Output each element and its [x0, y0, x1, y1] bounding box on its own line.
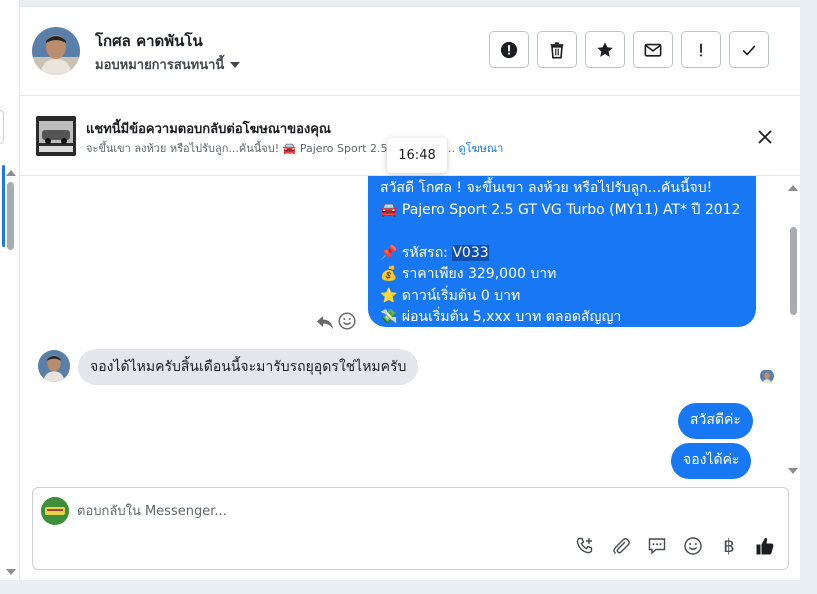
ad-message-line: 🚘 Pajero Sport 2.5 GT VG Turbo (MY11) AT… — [380, 201, 741, 218]
like-button[interactable] — [754, 535, 776, 557]
window-edge — [800, 0, 817, 594]
follow-up-button[interactable] — [681, 31, 721, 68]
close-icon[interactable] — [757, 129, 773, 145]
ad-thumbnail[interactable] — [36, 116, 76, 156]
emoji-react-icon[interactable] — [338, 312, 356, 330]
emoji-icon — [684, 537, 702, 555]
scroll-down-arrow[interactable] — [788, 468, 798, 474]
exclamation-icon — [700, 43, 702, 56]
collapsed-tab-marker[interactable] — [0, 110, 4, 144]
scroll-up-arrow[interactable] — [6, 170, 16, 176]
add-call-icon — [576, 537, 593, 554]
ad-message-line: สวัสดี โกศล ! จะขึ้นเขา ลงห้วย หรือไปรับ… — [380, 180, 713, 196]
caret-down-icon — [230, 62, 241, 68]
car-code-label: 📌 รหัสรถ: — [380, 244, 453, 261]
saved-reply-icon — [648, 538, 666, 555]
attach-button[interactable] — [610, 535, 632, 557]
star-icon — [597, 41, 613, 57]
scroll-down-arrow[interactable] — [6, 569, 16, 575]
incoming-message[interactable]: จองได้ไหมครับสิ้นเดือนนี้จะมารับรถยุอุดร… — [78, 349, 419, 385]
add-call-button[interactable] — [574, 535, 596, 557]
delete-button[interactable] — [537, 31, 577, 68]
payment-button[interactable]: ฿ — [718, 535, 740, 557]
active-conversation-indicator — [2, 165, 5, 247]
message-thread: สวัสดี โกศล ! จะขึ้นเขา ลงห้วย หรือไปรับ… — [20, 176, 800, 481]
trash-icon — [550, 41, 564, 58]
conversation-panel: โกศล คาดพันโน มอบหมายการสนทนานี้ แชทนี้ม… — [20, 6, 800, 580]
mark-spam-button[interactable] — [489, 31, 529, 68]
ad-subtitle-text: จะขึ้นเขา ลงห้วย หรือไปรับลูก...คันนี้จบ… — [86, 142, 280, 155]
saved-replies-button[interactable] — [646, 535, 668, 557]
car-code-value: V033 — [452, 244, 489, 261]
page-avatar — [41, 497, 69, 525]
message-composer: ฿ — [32, 487, 789, 570]
star-button[interactable] — [585, 31, 625, 68]
mark-done-button[interactable] — [729, 31, 769, 68]
ad-message-line: 📌 รหัสรถ: V033 — [380, 243, 744, 265]
composer-tools: ฿ — [574, 535, 776, 557]
outgoing-message[interactable]: จองได้ค่ะ — [671, 443, 752, 479]
ad-message-line: 💰 ราคาเพียง 329,000 บาท — [380, 266, 557, 282]
contact-avatar-small — [38, 350, 70, 382]
timestamp-tooltip: 16:48 — [387, 138, 447, 173]
emoji-button[interactable] — [682, 535, 704, 557]
assign-label: มอบหมายการสนทนานี้ — [95, 58, 225, 73]
conversation-header: โกศล คาดพันโน มอบหมายการสนทนานี้ — [20, 7, 800, 96]
mark-unread-button[interactable] — [633, 31, 673, 68]
thread-scrollbar-thumb[interactable] — [790, 227, 797, 315]
check-icon — [742, 44, 756, 56]
thread-scrollbar[interactable] — [787, 180, 799, 480]
outgoing-message[interactable]: สวัสดีค่ะ — [678, 403, 753, 439]
ad-message-line: 💸 ผ่อนเริ่มต้น 5,xxx บาท ตลอดสัญญา — [380, 309, 622, 325]
view-ad-link[interactable]: ดูโฆษณา — [458, 142, 503, 155]
thumbs-up-icon — [756, 537, 774, 555]
assign-conversation-dropdown[interactable]: มอบหมายการสนทนานี้ — [95, 54, 241, 75]
contact-name: โกศล คาดพันโน — [95, 32, 203, 50]
reply-icon[interactable] — [316, 314, 334, 330]
outgoing-ad-message[interactable]: สวัสดี โกศล ! จะขึ้นเขา ลงห้วย หรือไปรับ… — [368, 176, 756, 327]
reply-input[interactable] — [77, 500, 757, 522]
baht-icon: ฿ — [723, 535, 735, 557]
envelope-icon — [644, 43, 662, 57]
paperclip-icon — [613, 538, 630, 554]
ad-message-line: ⭐ ดาวน์เริ่มต้น 0 บาท — [380, 287, 521, 304]
contact-avatar[interactable] — [32, 27, 80, 75]
ad-banner-title: แชทนี้มีข้อความตอบกลับต่อโฆษณาของคุณ — [86, 122, 331, 137]
alert-circle-icon — [500, 41, 518, 58]
seen-indicator-avatar — [760, 369, 774, 383]
list-scrollbar-thumb[interactable] — [7, 182, 14, 250]
scroll-up-arrow[interactable] — [788, 185, 798, 191]
header-actions — [489, 31, 769, 68]
conversation-list-edge — [0, 0, 20, 580]
